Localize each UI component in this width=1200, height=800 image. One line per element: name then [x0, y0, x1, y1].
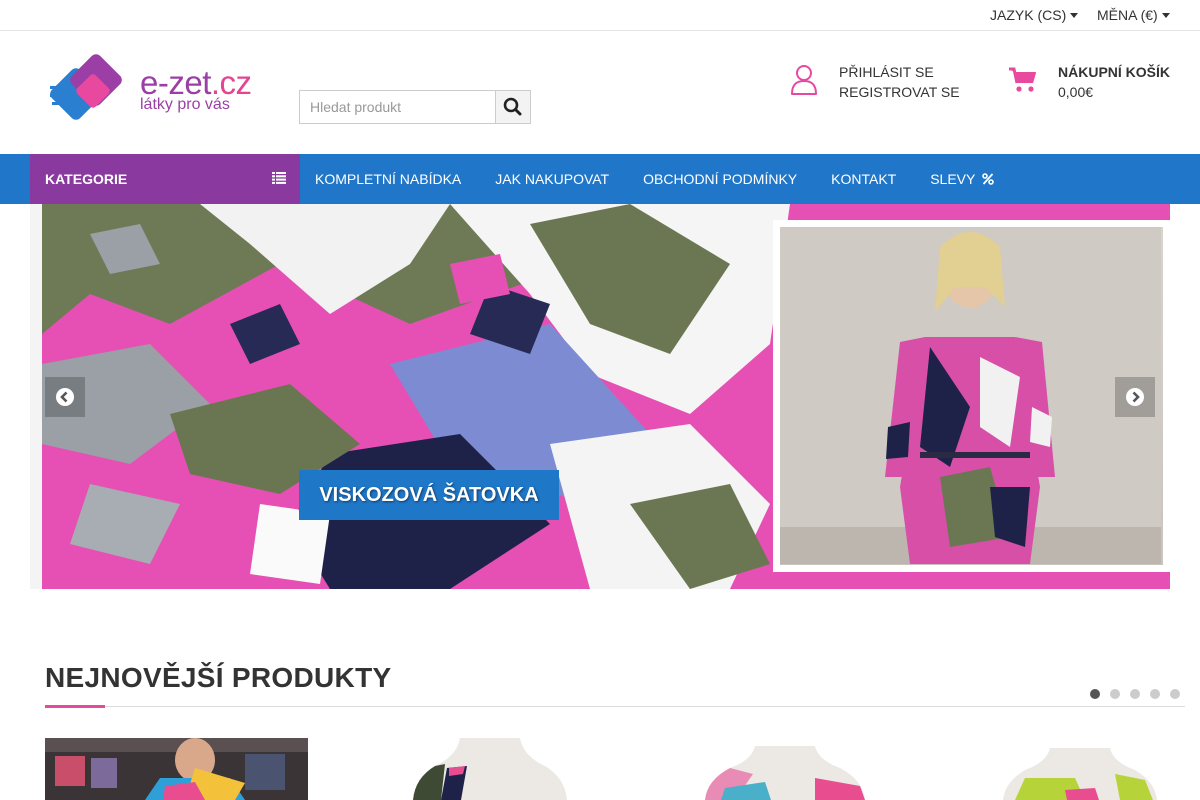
product-card[interactable]	[995, 738, 1165, 800]
category-label: KATEGORIE	[45, 171, 128, 187]
cart-total: 0,00€	[1058, 84, 1094, 100]
carousel-dots	[1090, 689, 1190, 699]
product-card[interactable]	[45, 738, 308, 800]
caret-down-icon	[1070, 13, 1079, 18]
model-photo-frame	[773, 220, 1170, 572]
logo-tagline: látky pro vás	[140, 96, 230, 113]
carousel-dot[interactable]	[1170, 689, 1180, 699]
currency-selector[interactable]: MĚNA (€)	[1097, 7, 1170, 23]
model-photo	[780, 227, 1163, 565]
nav-link-complete-offer[interactable]: KOMPLETNÍ NABÍDKA	[300, 154, 476, 204]
language-selector[interactable]: JAZYK (CS)	[990, 7, 1079, 23]
percent-icon	[982, 173, 994, 185]
nav-link-discounts-label: SLEVY	[930, 171, 976, 187]
caret-down-icon	[1161, 13, 1170, 18]
carousel-dot[interactable]	[1150, 689, 1160, 699]
carousel-dot[interactable]	[1130, 689, 1140, 699]
product-card[interactable]	[695, 738, 875, 800]
top-bar: JAZYK (CS) MĚNA (€)	[0, 0, 1200, 31]
user-icon[interactable]	[790, 64, 818, 96]
chevron-left-icon	[56, 388, 74, 406]
nav-link-how-to-shop[interactable]: JAK NAKUPOVAT	[480, 154, 624, 204]
category-menu-button[interactable]: KATEGORIE	[30, 154, 300, 204]
hero-slider[interactable]: VISKOZOVÁ ŠATOVKA	[30, 204, 1170, 589]
main-navigation: KATEGORIE KOMPLETNÍ NABÍDKA JAK NAKUPOVA…	[0, 154, 1200, 204]
list-icon	[272, 172, 286, 184]
carousel-dot[interactable]	[1090, 689, 1100, 699]
slider-prev-button[interactable]	[45, 377, 85, 417]
register-link[interactable]: REGISTROVAT SE	[839, 82, 960, 102]
dress-model-image	[780, 227, 1161, 564]
login-link[interactable]: PŘIHLÁSIT SE	[839, 62, 960, 82]
section-title: NEJNOVĚJŠÍ PRODUKTY	[45, 662, 392, 693]
carousel-dot[interactable]	[1110, 689, 1120, 699]
cart-title: NÁKUPNÍ KOŠÍK	[1058, 64, 1171, 80]
slider-next-button[interactable]	[1115, 377, 1155, 417]
search-button[interactable]	[495, 90, 531, 124]
product-image	[705, 746, 865, 800]
language-label: JAZYK (CS)	[990, 7, 1067, 23]
logo-mark-icon	[50, 54, 122, 120]
site-logo[interactable]: e-zet.cz látky pro vás	[50, 52, 265, 122]
product-image	[45, 738, 308, 800]
nav-link-contact[interactable]: KONTAKT	[816, 154, 911, 204]
product-image	[413, 738, 567, 800]
nav-link-discounts[interactable]: SLEVY	[915, 154, 1009, 204]
account-links: PŘIHLÁSIT SE REGISTROVAT SE	[839, 62, 960, 102]
section-accent-line	[45, 705, 105, 708]
banner-caption-button[interactable]: VISKOZOVÁ ŠATOVKA	[299, 470, 559, 520]
cart-icon[interactable]	[1008, 66, 1038, 94]
search-icon	[503, 97, 522, 116]
search-input[interactable]	[299, 90, 496, 124]
product-card[interactable]	[405, 738, 575, 800]
section-divider	[45, 706, 1185, 707]
chevron-right-icon	[1126, 388, 1144, 406]
product-image	[1003, 748, 1157, 800]
nav-link-terms[interactable]: OBCHODNÍ PODMÍNKY	[628, 154, 812, 204]
currency-label: MĚNA (€)	[1097, 7, 1158, 23]
cart-summary[interactable]: NÁKUPNÍ KOŠÍK 0,00€	[1058, 62, 1170, 102]
